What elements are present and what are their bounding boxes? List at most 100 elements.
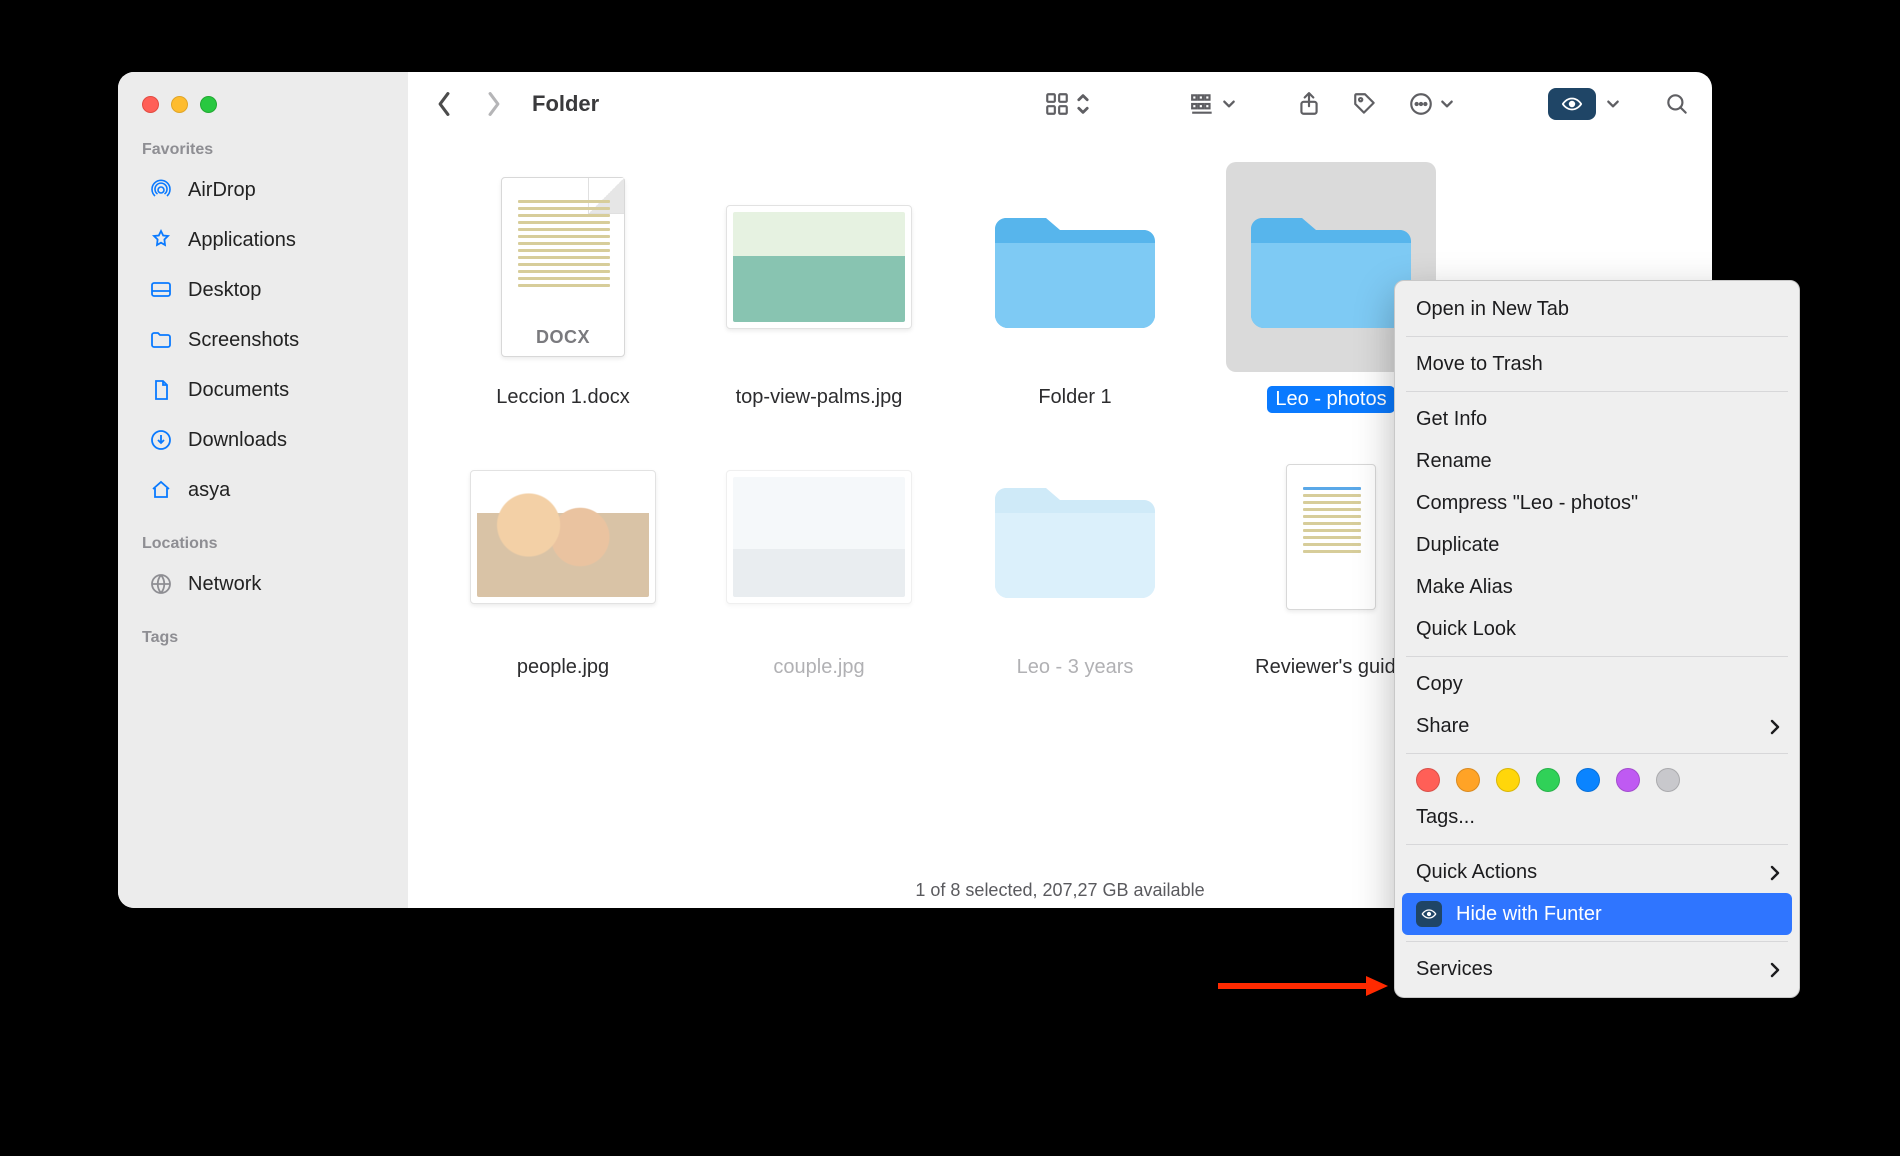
file-item[interactable]: top-view-palms.jpg	[694, 162, 944, 432]
cm-get-info[interactable]: Get Info	[1402, 398, 1792, 440]
sidebar-item-downloads[interactable]: Downloads	[126, 415, 400, 465]
search-icon	[1664, 91, 1690, 117]
tag-dot-yellow[interactable]	[1496, 768, 1520, 792]
toolbar: Folder	[408, 72, 1712, 136]
folder-item[interactable]: Folder 1	[950, 162, 1200, 432]
cm-separator	[1406, 336, 1788, 337]
home-icon	[148, 477, 174, 503]
cm-rename[interactable]: Rename	[1402, 440, 1792, 482]
cm-label: Get Info	[1416, 408, 1487, 431]
cm-label: Rename	[1416, 450, 1492, 473]
cm-label: Duplicate	[1416, 534, 1499, 557]
cm-quick-look[interactable]: Quick Look	[1402, 608, 1792, 650]
chevron-right-icon	[1770, 718, 1780, 734]
sidebar-item-screenshots[interactable]: Screenshots	[126, 315, 400, 365]
tag-dot-green[interactable]	[1536, 768, 1560, 792]
grid-icon	[1044, 91, 1070, 117]
cm-label: Services	[1416, 958, 1493, 981]
cm-label: Hide with Funter	[1456, 903, 1602, 926]
cm-open-new-tab[interactable]: Open in New Tab	[1402, 288, 1792, 330]
cm-share[interactable]: Share	[1402, 705, 1792, 747]
sidebar-item-desktop[interactable]: Desktop	[126, 265, 400, 315]
view-mode-button[interactable]	[1036, 91, 1098, 117]
sidebar-item-documents[interactable]: Documents	[126, 365, 400, 415]
desktop-icon	[148, 277, 174, 303]
eye-icon	[1416, 901, 1442, 927]
cm-separator	[1406, 391, 1788, 392]
sidebar-item-label: Downloads	[188, 429, 287, 452]
download-icon	[148, 427, 174, 453]
chevron-down-icon	[1222, 91, 1236, 117]
actions-button[interactable]	[1400, 91, 1462, 117]
file-label: Leo - 3 years	[1017, 656, 1134, 679]
group-icon	[1190, 91, 1216, 117]
cm-copy[interactable]: Copy	[1402, 663, 1792, 705]
chevron-down-icon	[1606, 91, 1620, 117]
tag-dot-red[interactable]	[1416, 768, 1440, 792]
chevron-down-icon	[1440, 91, 1454, 117]
cm-label: Share	[1416, 715, 1469, 738]
cm-compress[interactable]: Compress "Leo - photos"	[1402, 482, 1792, 524]
folder-item-hidden[interactable]: Leo - 3 years	[950, 432, 1200, 702]
applications-icon	[148, 227, 174, 253]
cm-duplicate[interactable]: Duplicate	[1402, 524, 1792, 566]
cm-label: Copy	[1416, 673, 1463, 696]
tag-dot-purple[interactable]	[1616, 768, 1640, 792]
minimize-button[interactable]	[171, 96, 188, 113]
cm-label: Move to Trash	[1416, 353, 1543, 376]
file-label: couple.jpg	[773, 656, 864, 679]
cm-move-to-trash[interactable]: Move to Trash	[1402, 343, 1792, 385]
airdrop-icon	[148, 177, 174, 203]
share-icon	[1296, 91, 1322, 117]
tag-icon	[1352, 91, 1378, 117]
thumbnail-image	[714, 432, 924, 642]
cm-make-alias[interactable]: Make Alias	[1402, 566, 1792, 608]
cm-label: Open in New Tab	[1416, 298, 1569, 321]
cm-hide-with-funter[interactable]: Hide with Funter	[1402, 893, 1792, 935]
close-button[interactable]	[142, 96, 159, 113]
funter-button[interactable]	[1536, 88, 1628, 120]
sidebar-item-network[interactable]: Network	[126, 559, 400, 609]
annotation-arrow	[1218, 974, 1388, 998]
tag-dot-gray[interactable]	[1656, 768, 1680, 792]
cm-tags[interactable]: Tags...	[1402, 796, 1792, 838]
updown-icon	[1076, 91, 1090, 117]
cm-label: Quick Actions	[1416, 861, 1537, 884]
file-label: Folder 1	[1038, 386, 1111, 409]
context-menu: Open in New Tab Move to Trash Get Info R…	[1394, 280, 1800, 998]
share-button[interactable]	[1288, 91, 1330, 117]
cm-label: Compress "Leo - photos"	[1416, 492, 1638, 515]
sidebar: Favorites AirDrop Applications	[118, 72, 408, 908]
thumbnail-folder	[970, 162, 1180, 372]
cm-services[interactable]: Services	[1402, 948, 1792, 990]
tag-dot-blue[interactable]	[1576, 768, 1600, 792]
sidebar-item-home[interactable]: asya	[126, 465, 400, 515]
sidebar-item-label: Applications	[188, 229, 296, 252]
cm-tag-colors	[1402, 760, 1792, 796]
cm-label: Tags...	[1416, 806, 1475, 829]
cm-separator	[1406, 656, 1788, 657]
file-label: Leo - photos	[1267, 386, 1394, 413]
search-button[interactable]	[1656, 91, 1698, 117]
forward-button[interactable]	[476, 84, 512, 124]
cm-separator	[1406, 941, 1788, 942]
cm-quick-actions[interactable]: Quick Actions	[1402, 851, 1792, 893]
file-item[interactable]: DOCX Leccion 1.docx	[438, 162, 688, 432]
file-item-hidden[interactable]: couple.jpg	[694, 432, 944, 702]
sidebar-item-applications[interactable]: Applications	[126, 215, 400, 265]
sidebar-item-airdrop[interactable]: AirDrop	[126, 165, 400, 215]
cm-label: Make Alias	[1416, 576, 1513, 599]
back-button[interactable]	[426, 84, 462, 124]
network-icon	[148, 571, 174, 597]
file-label: people.jpg	[517, 656, 609, 679]
window-title: Folder	[532, 91, 599, 117]
sidebar-item-label: Desktop	[188, 279, 261, 302]
maximize-button[interactable]	[200, 96, 217, 113]
file-item[interactable]: people.jpg	[438, 432, 688, 702]
thumbnail-image	[714, 162, 924, 372]
tag-dot-orange[interactable]	[1456, 768, 1480, 792]
chevron-right-icon	[1770, 864, 1780, 880]
tags-button[interactable]	[1344, 91, 1386, 117]
group-by-button[interactable]	[1182, 91, 1244, 117]
badge-text: DOCX	[502, 327, 624, 348]
